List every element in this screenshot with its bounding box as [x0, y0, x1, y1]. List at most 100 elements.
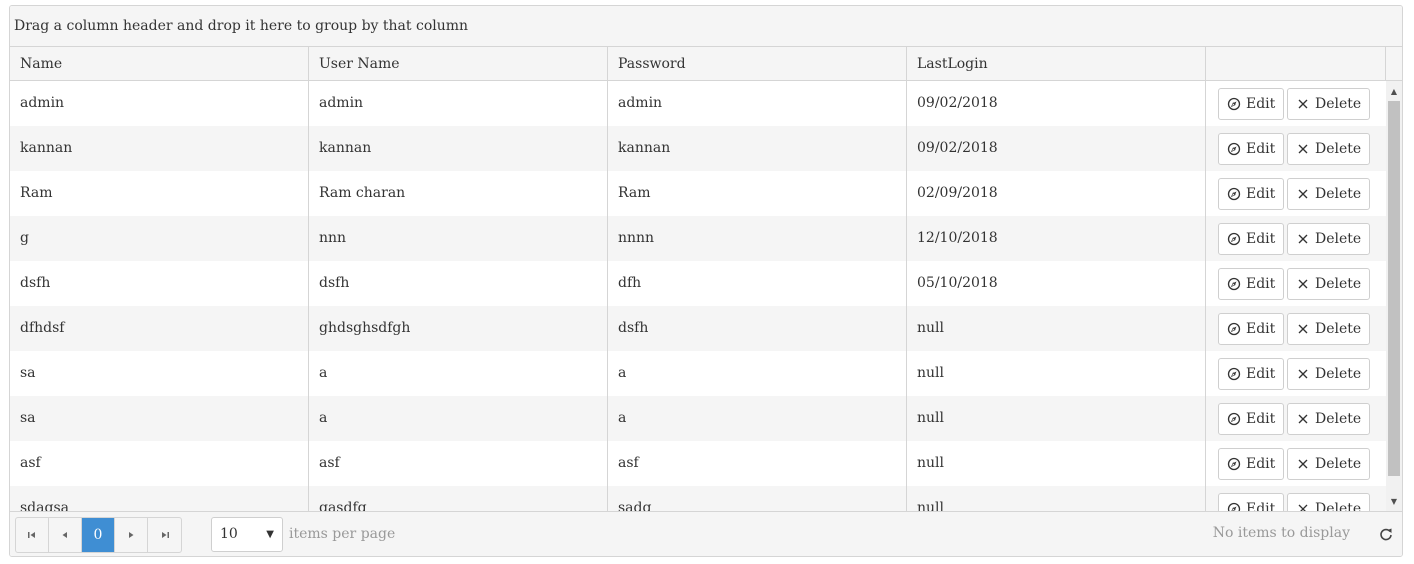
- cell-actions: Edit Delete: [1206, 396, 1386, 441]
- delete-button[interactable]: Delete: [1287, 133, 1371, 165]
- cell-last-login: null: [907, 486, 1206, 511]
- delete-label: Delete: [1315, 411, 1362, 427]
- cell-name: asf: [10, 441, 309, 486]
- scrollbar-thumb[interactable]: [1388, 101, 1400, 476]
- cell-name: Ram: [10, 171, 309, 216]
- edit-button[interactable]: Edit: [1218, 133, 1285, 165]
- cell-password: nnnn: [608, 216, 907, 261]
- cell-name: dfhdsf: [10, 306, 309, 351]
- table-row[interactable]: g nnn nnnn 12/10/2018 Edit Delete: [10, 216, 1386, 261]
- table-row[interactable]: kannan kannan kannan 09/02/2018 Edit Delete: [10, 126, 1386, 171]
- cell-last-login: 12/10/2018: [907, 216, 1206, 261]
- group-by-hint: Drag a column header and drop it here to…: [14, 18, 469, 34]
- cell-name: sa: [10, 396, 309, 441]
- cell-actions: Edit Delete: [1206, 261, 1386, 306]
- close-x-icon: [1296, 322, 1310, 336]
- delete-button[interactable]: Delete: [1287, 313, 1371, 345]
- edit-button[interactable]: Edit: [1218, 88, 1285, 120]
- edit-label: Edit: [1246, 96, 1276, 112]
- edit-label: Edit: [1246, 141, 1276, 157]
- edit-compass-icon: [1227, 367, 1241, 381]
- cell-actions: Edit Delete: [1206, 306, 1386, 351]
- table-row[interactable]: admin admin admin 09/02/2018 Edit Delete: [10, 81, 1386, 126]
- cell-user-name: kannan: [309, 126, 608, 171]
- arrow-left-icon[interactable]: [49, 518, 82, 552]
- grid-content[interactable]: admin admin admin 09/02/2018 Edit Delete kanna…: [10, 81, 1402, 511]
- cell-user-name: ghdsghsdfgh: [309, 306, 608, 351]
- cell-name: kannan: [10, 126, 309, 171]
- table-row[interactable]: sa a a null Edit Delete: [10, 351, 1386, 396]
- cell-password: kannan: [608, 126, 907, 171]
- delete-button[interactable]: Delete: [1287, 178, 1371, 210]
- cell-last-login: 09/02/2018: [907, 81, 1206, 126]
- table-row[interactable]: Ram Ram charan Ram 02/09/2018 Edit Delete: [10, 171, 1386, 216]
- cell-user-name: a: [309, 396, 608, 441]
- current-page-button[interactable]: 0: [82, 518, 115, 552]
- vertical-scrollbar[interactable]: ▲ ▼: [1386, 81, 1402, 511]
- pager-status: No items to display: [1212, 525, 1350, 541]
- scroll-up-arrow-icon[interactable]: ▲: [1386, 83, 1402, 99]
- cell-last-login: null: [907, 306, 1206, 351]
- cell-actions: Edit Delete: [1206, 441, 1386, 486]
- cell-last-login: 02/09/2018: [907, 171, 1206, 216]
- cell-last-login: 05/10/2018: [907, 261, 1206, 306]
- table-row[interactable]: dfhdsf ghdsghsdfgh dsfh null Edit Delete: [10, 306, 1386, 351]
- close-x-icon: [1296, 367, 1310, 381]
- cell-user-name: asf: [309, 441, 608, 486]
- seek-first-icon[interactable]: [16, 518, 49, 552]
- edit-compass-icon: [1227, 322, 1241, 336]
- cell-last-login: null: [907, 441, 1206, 486]
- edit-compass-icon: [1227, 232, 1241, 246]
- delete-label: Delete: [1315, 186, 1362, 202]
- column-header-name[interactable]: Name: [10, 47, 309, 80]
- pager-nav: 0: [15, 517, 182, 553]
- delete-label: Delete: [1315, 321, 1362, 337]
- page-size-select[interactable]: 10 ▼: [211, 517, 283, 552]
- edit-button[interactable]: Edit: [1218, 313, 1285, 345]
- cell-actions: Edit Delete: [1206, 216, 1386, 261]
- delete-button[interactable]: Delete: [1287, 88, 1371, 120]
- cell-password: dfh: [608, 261, 907, 306]
- edit-label: Edit: [1246, 276, 1276, 292]
- delete-button[interactable]: Delete: [1287, 403, 1371, 435]
- caret-down-icon: ▼: [266, 529, 274, 540]
- edit-label: Edit: [1246, 366, 1276, 382]
- delete-button[interactable]: Delete: [1287, 358, 1371, 390]
- column-header-lastlogin[interactable]: LastLogin: [907, 47, 1206, 80]
- scroll-down-arrow-icon[interactable]: ▼: [1386, 493, 1402, 509]
- edit-compass-icon: [1227, 457, 1241, 471]
- delete-label: Delete: [1315, 231, 1362, 247]
- edit-label: Edit: [1246, 501, 1276, 511]
- edit-button[interactable]: Edit: [1218, 268, 1285, 300]
- column-header-user-name[interactable]: User Name: [309, 47, 608, 80]
- edit-button[interactable]: Edit: [1218, 178, 1285, 210]
- delete-button[interactable]: Delete: [1287, 223, 1371, 255]
- edit-button[interactable]: Edit: [1218, 493, 1285, 511]
- edit-button[interactable]: Edit: [1218, 358, 1285, 390]
- edit-button[interactable]: Edit: [1218, 448, 1285, 480]
- cell-actions: Edit Delete: [1206, 171, 1386, 216]
- users-grid: Drag a column header and drop it here to…: [9, 5, 1403, 557]
- seek-last-icon[interactable]: [148, 518, 181, 552]
- refresh-icon[interactable]: [1378, 526, 1394, 542]
- cell-last-login: null: [907, 351, 1206, 396]
- edit-button[interactable]: Edit: [1218, 223, 1285, 255]
- table-row[interactable]: sa a a null Edit Delete: [10, 396, 1386, 441]
- cell-user-name: admin: [309, 81, 608, 126]
- edit-button[interactable]: Edit: [1218, 403, 1285, 435]
- group-by-panel[interactable]: Drag a column header and drop it here to…: [10, 6, 1402, 47]
- table-row[interactable]: dsfh dsfh dfh 05/10/2018 Edit Delete: [10, 261, 1386, 306]
- edit-label: Edit: [1246, 456, 1276, 472]
- cell-name: sa: [10, 351, 309, 396]
- delete-button[interactable]: Delete: [1287, 493, 1371, 511]
- arrow-right-icon[interactable]: [115, 518, 148, 552]
- table-row[interactable]: sdagsa gasdfg sadg null Edit Delete: [10, 486, 1386, 511]
- column-header-password[interactable]: Password: [608, 47, 907, 80]
- cell-password: Ram: [608, 171, 907, 216]
- table-row[interactable]: asf asf asf null Edit Delete: [10, 441, 1386, 486]
- delete-button[interactable]: Delete: [1287, 448, 1371, 480]
- delete-button[interactable]: Delete: [1287, 268, 1371, 300]
- delete-label: Delete: [1315, 501, 1362, 511]
- edit-label: Edit: [1246, 321, 1276, 337]
- cell-actions: Edit Delete: [1206, 486, 1386, 511]
